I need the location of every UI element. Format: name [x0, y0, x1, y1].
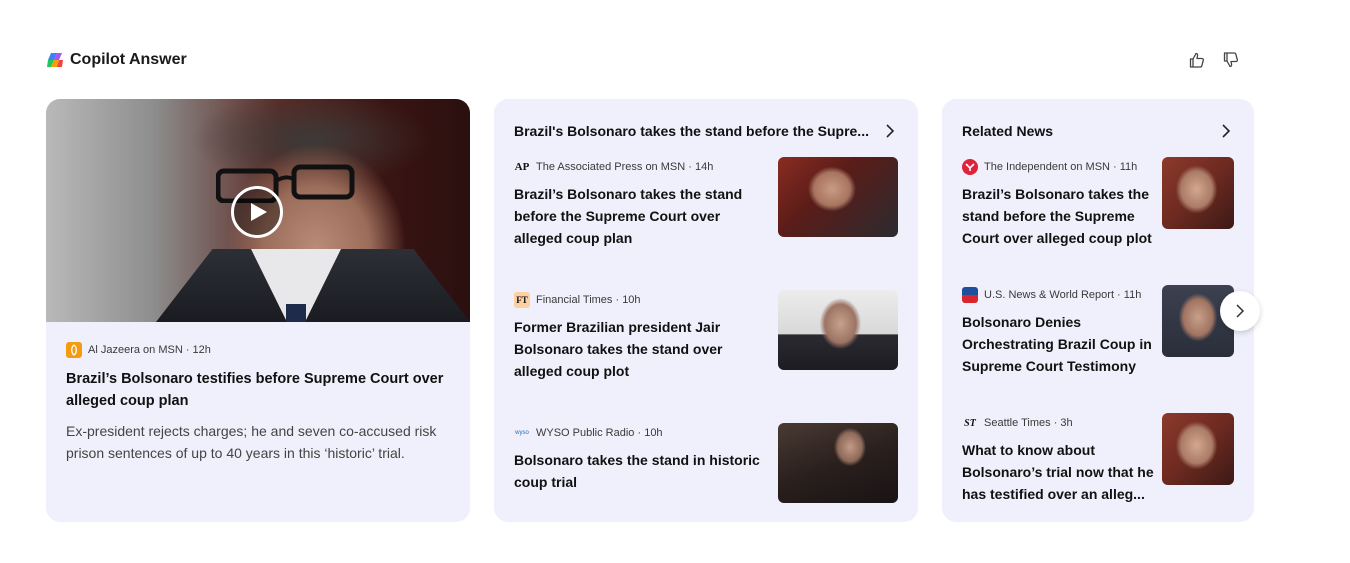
independent-logo-icon	[962, 159, 978, 175]
financial-times-logo-icon: FT	[514, 292, 530, 308]
featured-article-description: Ex-president rejects charges; he and sev…	[66, 423, 437, 461]
thumbs-down-icon	[1223, 52, 1239, 68]
article-source: U.S. News & World Report · 11h	[962, 287, 1154, 303]
news-thumbnail	[1162, 157, 1234, 229]
news-item-title: Brazil’s Bolsonaro takes the stand befor…	[962, 186, 1152, 246]
article-source: wyso WYSO Public Radio · 10h	[515, 427, 663, 439]
news-thumbnail	[778, 290, 898, 370]
us-news-logo-icon	[962, 287, 978, 303]
thumbs-up-icon	[1189, 52, 1205, 68]
news-item[interactable]: U.S. News & World Report · 11h Bolsonaro…	[962, 285, 1234, 374]
article-source: Al Jazeera on MSN · 12h	[66, 342, 450, 358]
news-item[interactable]: AP The Associated Press on MSN · 14h Bra…	[514, 157, 898, 246]
news-item-title: Bolsonaro takes the stand in historic co…	[514, 452, 760, 490]
related-news-card: Related News The Independent on MSN · 11…	[942, 99, 1254, 522]
news-thumbnail	[1162, 413, 1234, 485]
thumbs-down-button[interactable]	[1220, 49, 1242, 71]
article-source: FT Financial Times · 10h	[514, 292, 764, 308]
wyso-logo-icon: wyso	[515, 430, 529, 436]
story-cluster-header[interactable]: Brazil's Bolsonaro takes the stand befor…	[514, 121, 898, 141]
news-item-title: Bolsonaro Denies Orchestrating Brazil Co…	[962, 314, 1152, 374]
news-item[interactable]: wyso WYSO Public Radio · 10h Bolsonaro t…	[514, 423, 898, 507]
article-source: AP The Associated Press on MSN · 14h	[514, 161, 714, 173]
news-item-title: What to know about Bolsonaro’s trial now…	[962, 442, 1154, 502]
copilot-answer-title: Copilot Answer	[70, 51, 187, 68]
seattle-times-logo-icon: ST	[964, 417, 976, 429]
feedback-controls	[1186, 49, 1242, 71]
ap-logo-icon: AP	[514, 161, 530, 173]
news-item[interactable]: ST Seattle Times · 3h What to know about…	[962, 413, 1234, 502]
featured-article-title[interactable]: Brazil’s Bolsonaro testifies before Supr…	[66, 368, 450, 412]
related-news-header[interactable]: Related News	[962, 121, 1234, 141]
story-cluster-card: Brazil's Bolsonaro takes the stand befor…	[494, 99, 918, 522]
featured-video-thumbnail[interactable]	[46, 99, 470, 322]
play-icon	[251, 203, 267, 221]
article-source: The Independent on MSN · 11h	[962, 159, 1154, 175]
carousel-next-button[interactable]	[1220, 291, 1260, 331]
chevron-right-icon	[1222, 124, 1231, 138]
play-button[interactable]	[231, 186, 283, 238]
copilot-header: Copilot Answer	[46, 48, 187, 72]
chevron-right-icon	[1236, 304, 1245, 318]
news-item[interactable]: The Independent on MSN · 11h Brazil’s Bo…	[962, 157, 1234, 246]
news-item-title: Brazil’s Bolsonaro takes the stand befor…	[514, 186, 743, 246]
copilot-logo-icon	[46, 51, 64, 69]
thumbs-up-button[interactable]	[1186, 49, 1208, 71]
news-item[interactable]: FT Financial Times · 10h Former Brazilia…	[514, 290, 898, 379]
article-source: ST Seattle Times · 3h	[962, 415, 1154, 431]
chevron-right-icon	[886, 124, 895, 138]
al-jazeera-logo-icon	[66, 342, 82, 358]
news-item-title: Former Brazilian president Jair Bolsonar…	[514, 319, 723, 379]
news-thumbnail	[778, 157, 898, 237]
news-thumbnail	[778, 423, 898, 503]
featured-news-card[interactable]: Al Jazeera on MSN · 12h Brazil’s Bolsona…	[46, 99, 470, 522]
